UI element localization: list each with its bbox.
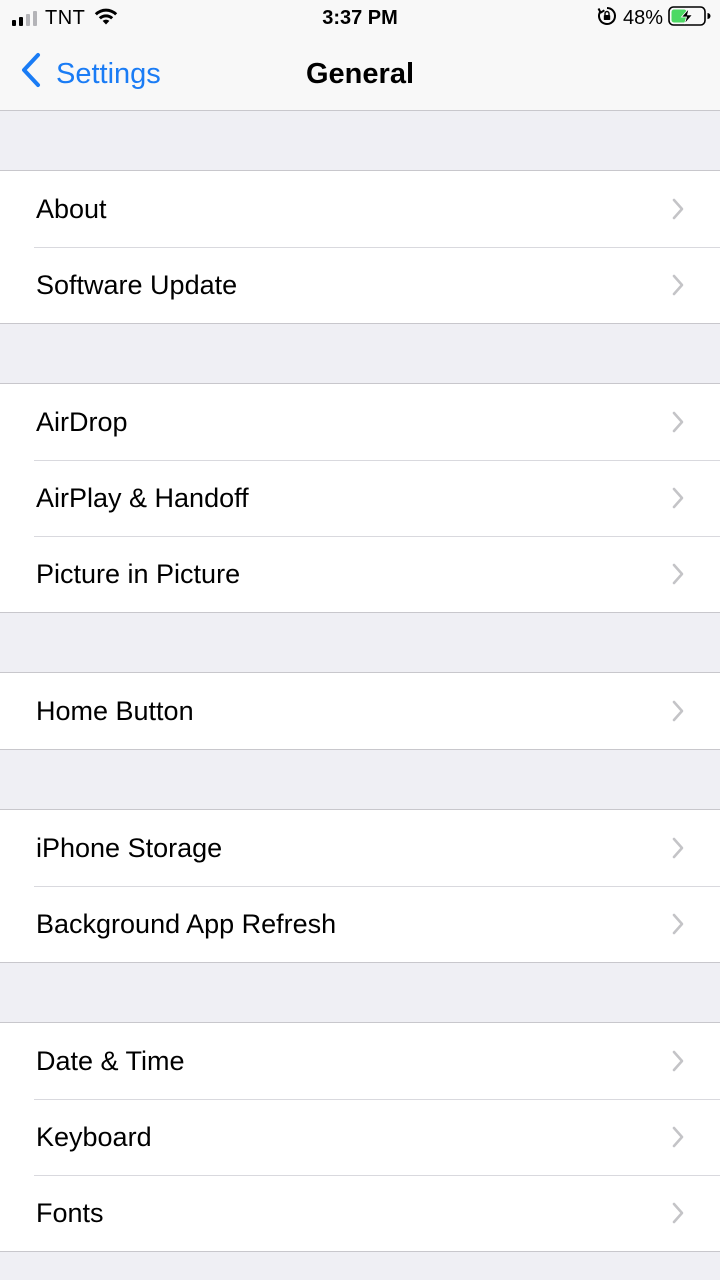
row-label: Keyboard	[36, 1121, 152, 1152]
settings-row-airdrop[interactable]: AirDrop	[0, 384, 720, 460]
row-label: Software Update	[36, 269, 238, 300]
navigation-bar: Settings General	[0, 36, 720, 111]
settings-row-background-app-refresh[interactable]: Background App Refresh	[0, 886, 720, 962]
settings-group: AirDrop AirPlay & Handoff Picture in Pic…	[0, 383, 720, 613]
chevron-right-icon	[672, 198, 684, 220]
settings-row-fonts[interactable]: Fonts	[0, 1175, 720, 1251]
row-label: iPhone Storage	[36, 832, 223, 863]
row-label: About	[36, 193, 107, 224]
chevron-right-icon	[672, 563, 684, 585]
chevron-right-icon	[672, 1050, 684, 1072]
settings-row-keyboard[interactable]: Keyboard	[0, 1099, 720, 1175]
row-label: AirDrop	[36, 406, 128, 437]
section-spacer	[0, 324, 720, 383]
row-label: Date & Time	[36, 1045, 185, 1076]
settings-group: Home Button	[0, 672, 720, 750]
settings-row-software-update[interactable]: Software Update	[0, 247, 720, 323]
settings-row-picture-in-picture[interactable]: Picture in Picture	[0, 536, 720, 612]
section-spacer	[0, 963, 720, 1022]
chevron-right-icon	[672, 411, 684, 433]
settings-row-home-button[interactable]: Home Button	[0, 673, 720, 749]
row-label: AirPlay & Handoff	[36, 482, 249, 513]
row-label: Fonts	[36, 1197, 104, 1228]
settings-group: Date & Time Keyboard Fonts	[0, 1022, 720, 1252]
settings-row-airplay-handoff[interactable]: AirPlay & Handoff	[0, 460, 720, 536]
section-spacer	[0, 613, 720, 672]
page-title: General	[306, 58, 414, 90]
chevron-right-icon	[672, 1202, 684, 1224]
chevron-right-icon	[672, 274, 684, 296]
section-spacer	[0, 111, 720, 170]
chevron-right-icon	[672, 487, 684, 509]
chevron-right-icon	[672, 913, 684, 935]
battery-charging-icon	[668, 5, 712, 32]
battery-percentage: 48%	[622, 6, 663, 29]
orientation-lock-icon	[597, 6, 617, 31]
row-label: Background App Refresh	[36, 908, 337, 939]
section-spacer	[0, 750, 720, 809]
settings-group: About Software Update	[0, 170, 720, 324]
status-right: 48%	[597, 5, 712, 32]
settings-row-date-time[interactable]: Date & Time	[0, 1023, 720, 1099]
row-label: Home Button	[36, 695, 194, 726]
row-label: Picture in Picture	[36, 558, 241, 589]
chevron-right-icon	[672, 700, 684, 722]
settings-group: iPhone Storage Background App Refresh	[0, 809, 720, 963]
status-bar: TNT 3:37 PM 48%	[0, 0, 720, 36]
chevron-right-icon	[672, 1126, 684, 1148]
chevron-right-icon	[672, 837, 684, 859]
settings-row-about[interactable]: About	[0, 171, 720, 247]
settings-row-iphone-storage[interactable]: iPhone Storage	[0, 810, 720, 886]
settings-list: About Software Update AirDrop AirPlay & …	[0, 111, 720, 1252]
